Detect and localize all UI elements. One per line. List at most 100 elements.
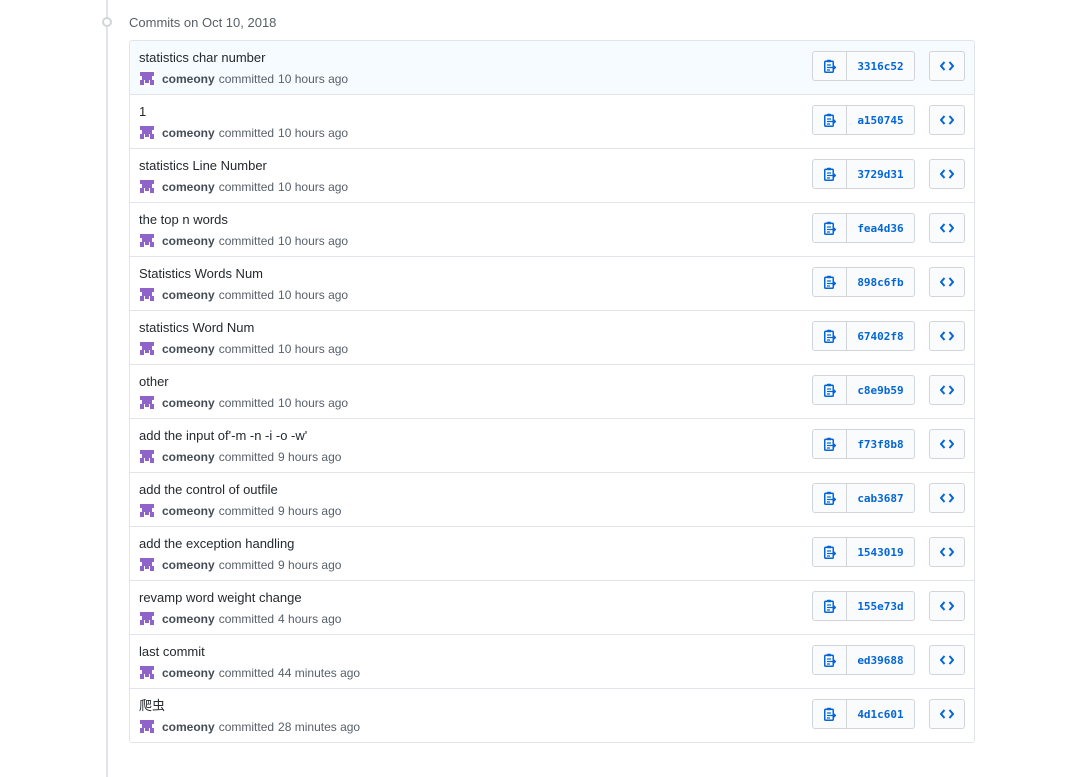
commit-title-link[interactable]: 爬虫 [139,698,165,714]
commit-time: 10 hours ago [278,342,349,356]
commit-author-link[interactable]: comeony [162,664,215,682]
copy-sha-button[interactable] [812,213,847,243]
copy-sha-button[interactable] [812,105,847,135]
commit-author-link[interactable]: comeony [162,718,215,736]
copy-sha-button[interactable] [812,537,847,567]
clipboard-icon [823,437,836,451]
browse-repo-button[interactable] [929,483,965,513]
copy-sha-button[interactable] [812,645,847,675]
commit-sha-link[interactable]: a150745 [846,105,915,135]
commit-verb: committed [218,342,275,356]
commit-sha-link[interactable]: 67402f8 [846,321,915,351]
commit-row: add the control of outfile comeony commi… [130,472,974,526]
avatar[interactable] [139,395,155,411]
avatar[interactable] [139,665,155,681]
commit-sha-link[interactable]: 155e73d [846,591,915,621]
commit-title-link[interactable]: statistics Line Number [139,158,267,174]
commit-meta: comeony committed 9 hours ago [139,448,341,466]
browse-repo-button[interactable] [929,105,965,135]
avatar[interactable] [139,341,155,357]
commit-time: 9 hours ago [278,450,342,464]
commit-title-link[interactable]: Statistics Words Num [139,266,263,282]
sha-button-group: 3729d31 [812,159,915,189]
browse-repo-button[interactable] [929,375,965,405]
commit-sha-link[interactable]: 1543019 [846,537,915,567]
commit-title-link[interactable]: the top n words [139,212,228,228]
clipboard-icon [823,275,836,289]
clipboard-icon [823,329,836,343]
avatar[interactable] [139,449,155,465]
commit-author-link[interactable]: comeony [162,340,215,358]
browse-repo-button[interactable] [929,213,965,243]
commit-author-link[interactable]: comeony [162,232,215,250]
commit-sha-link[interactable]: f73f8b8 [846,429,915,459]
avatar[interactable] [139,71,155,87]
copy-sha-button[interactable] [812,699,847,729]
commit-author-link[interactable]: comeony [162,502,215,520]
commit-row: last commit comeony committed 44 minutes… [130,634,974,688]
avatar[interactable] [139,557,155,573]
commit-author-link[interactable]: comeony [162,394,215,412]
commit-author-link[interactable]: comeony [162,178,215,196]
commit-author-link[interactable]: comeony [162,610,215,628]
commit-sha-link[interactable]: c8e9b59 [846,375,915,405]
code-icon [940,115,954,125]
avatar[interactable] [139,719,155,735]
browse-repo-button[interactable] [929,321,965,351]
commit-time: 10 hours ago [278,72,349,86]
avatar[interactable] [139,233,155,249]
commit-title-link[interactable]: statistics Word Num [139,320,254,336]
browse-repo-button[interactable] [929,699,965,729]
commit-sha-link[interactable]: 3729d31 [846,159,915,189]
commit-title-link[interactable]: add the input of'-m -n -i -o -w' [139,428,307,444]
commit-sha-link[interactable]: ed39688 [846,645,915,675]
code-icon [940,601,954,611]
commit-title-link[interactable]: add the exception handling [139,536,294,552]
copy-sha-button[interactable] [812,483,847,513]
avatar[interactable] [139,287,155,303]
commit-sha-link[interactable]: 4d1c601 [846,699,915,729]
copy-sha-button[interactable] [812,51,847,81]
commit-time: 4 hours ago [278,612,342,626]
commit-title-link[interactable]: last commit [139,644,205,660]
avatar[interactable] [139,611,155,627]
browse-repo-button[interactable] [929,51,965,81]
commit-sha-link[interactable]: 3316c52 [846,51,915,81]
commit-title-link[interactable]: revamp word weight change [139,590,302,606]
copy-sha-button[interactable] [812,429,847,459]
browse-repo-button[interactable] [929,159,965,189]
browse-repo-button[interactable] [929,537,965,567]
copy-sha-button[interactable] [812,267,847,297]
code-icon [940,169,954,179]
avatar[interactable] [139,179,155,195]
commit-author-link[interactable]: comeony [162,70,215,88]
copy-sha-button[interactable] [812,159,847,189]
commit-title-link[interactable]: add the control of outfile [139,482,278,498]
copy-sha-button[interactable] [812,591,847,621]
copy-sha-button[interactable] [812,375,847,405]
git-commit-icon [102,17,112,27]
browse-repo-button[interactable] [929,267,965,297]
commit-group-heading: Commits on Oct 10, 2018 [129,15,277,30]
commit-author-link[interactable]: comeony [162,556,215,574]
browse-repo-button[interactable] [929,645,965,675]
commit-sha-link[interactable]: 898c6fb [846,267,915,297]
commit-meta: comeony committed 10 hours ago [139,286,348,304]
commit-title-link[interactable]: 1 [139,104,146,120]
avatar[interactable] [139,503,155,519]
avatar[interactable] [139,125,155,141]
browse-repo-button[interactable] [929,591,965,621]
commit-sha-link[interactable]: fea4d36 [846,213,915,243]
commit-title-link[interactable]: statistics char number [139,50,265,66]
commit-author-link[interactable]: comeony [162,124,215,142]
commit-author-link[interactable]: comeony [162,286,215,304]
code-icon [940,655,954,665]
clipboard-icon [823,653,836,667]
commit-author-link[interactable]: comeony [162,448,215,466]
commit-title-link[interactable]: other [139,374,169,390]
commit-meta: comeony committed 10 hours ago [139,178,348,196]
browse-repo-button[interactable] [929,429,965,459]
copy-sha-button[interactable] [812,321,847,351]
commit-sha-link[interactable]: cab3687 [846,483,915,513]
commit-meta: comeony committed 10 hours ago [139,70,348,88]
